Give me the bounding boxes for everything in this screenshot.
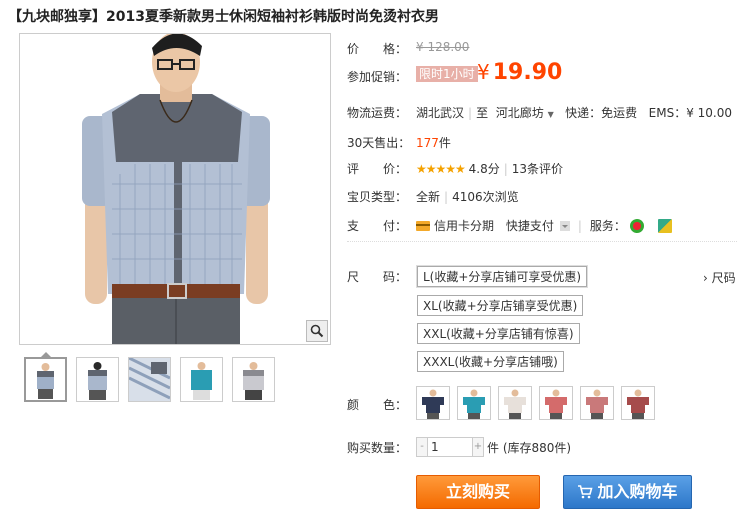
size-option-xxxl[interactable]: XXXL(收藏+分享店铺哦) <box>417 351 564 372</box>
magnifier-icon <box>310 324 324 338</box>
service-label: 服务： <box>589 219 626 233</box>
divider <box>347 241 737 242</box>
promo-price: ¥19.90 <box>477 60 562 85</box>
color-swatch[interactable] <box>621 386 655 420</box>
color-label: 颜 色： <box>347 398 408 412</box>
original-price: ¥ 128.00 <box>416 40 470 54</box>
quantity-increase-button[interactable]: + <box>472 437 484 457</box>
price-label: 价 格： <box>347 42 408 56</box>
quantity-input[interactable] <box>428 437 472 457</box>
rating-info: ★★★★★ 4.8分 | 13条评价 <box>416 162 564 176</box>
ems-fee: EMS：¥ 10.00 <box>648 106 732 120</box>
color-swatch[interactable] <box>457 386 491 420</box>
rating-label: 评 价： <box>347 162 408 176</box>
credit-installment-link[interactable]: 信用卡分期 <box>434 217 494 234</box>
payment-options: 信用卡分期 快捷支付 | 服务： <box>416 217 672 234</box>
main-product-image[interactable] <box>19 33 331 345</box>
sales-number: 177 <box>416 136 439 150</box>
thumbnail-5[interactable] <box>232 357 275 402</box>
cart-icon <box>578 485 594 499</box>
thumbnail-2[interactable] <box>76 357 119 402</box>
view-count: 4106次浏览 <box>452 190 519 204</box>
thumbnail-3[interactable] <box>128 357 171 402</box>
product-title: 【九块邮独享】2013夏季新款男士休闲短袖衬衫韩版时尚免烫衬衣男 <box>8 9 439 25</box>
promo-price-value: 19.90 <box>492 60 563 85</box>
seven-day-return-icon[interactable] <box>629 218 644 233</box>
payment-label: 支 付： <box>347 219 408 233</box>
size-label: 尺 码： <box>347 270 408 284</box>
color-swatches <box>416 386 655 420</box>
rating-score: 4.8分 <box>468 162 500 176</box>
color-swatch[interactable] <box>416 386 450 420</box>
shipping-info: 湖北武汉 | 至 河北廊坊 ▼ 快递：免运费 EMS：¥ 10.00 <box>416 106 732 120</box>
credit-card-icon <box>416 220 430 231</box>
ship-from: 湖北武汉 <box>416 106 465 120</box>
quick-pay-link[interactable]: 快捷支付 <box>506 217 554 234</box>
sales-label: 30天售出： <box>347 136 411 150</box>
buy-now-button[interactable]: 立刻购买 <box>416 475 540 509</box>
size-option-xl[interactable]: XL(收藏+分享店铺享受优惠) <box>417 295 584 316</box>
sales-unit: 件 <box>438 136 451 150</box>
dropdown-icon[interactable] <box>559 220 570 231</box>
quantity-stepper: - + 件 (库存880件) <box>416 437 571 457</box>
rating-stars-icon: ★★★★★ <box>416 162 466 176</box>
guarantee-icon[interactable] <box>657 218 672 233</box>
add-to-cart-label: 加入购物车 <box>597 482 678 501</box>
size-option-xxl[interactable]: XXL(收藏+分享店铺有惊喜) <box>417 323 580 344</box>
ship-to: 河北廊坊 <box>495 106 544 120</box>
item-condition: 全新 <box>416 190 441 204</box>
promo-label: 参加促销： <box>347 70 408 84</box>
size-guide-link[interactable]: › 尺码 <box>703 269 736 286</box>
quantity-decrease-button[interactable]: - <box>416 437 428 457</box>
thumbnail-strip <box>24 352 275 402</box>
express-fee: 快递：免运费 <box>565 106 638 120</box>
ship-to-selector[interactable]: 河北廊坊 ▼ <box>496 106 554 120</box>
color-swatch[interactable] <box>539 386 573 420</box>
shipping-label: 物流运费： <box>347 106 408 120</box>
stock-info: 件 (库存880件) <box>487 440 572 455</box>
thumbnail-1[interactable] <box>24 352 67 402</box>
quantity-label: 购买数量： <box>347 441 408 455</box>
item-type-info: 全新 | 4106次浏览 <box>416 190 519 204</box>
sales-count: 177件 <box>416 134 451 151</box>
zoom-button[interactable] <box>306 320 328 342</box>
size-option-l[interactable]: L(收藏+分享店铺可享受优惠) <box>417 266 588 287</box>
color-swatch[interactable] <box>580 386 614 420</box>
reviews-link[interactable]: 13条评价 <box>512 162 563 176</box>
add-to-cart-button[interactable]: 加入购物车 <box>563 475 692 509</box>
color-swatch[interactable] <box>498 386 532 420</box>
item-type-label: 宝贝类型： <box>347 190 408 204</box>
thumbnail-4[interactable] <box>180 357 223 402</box>
promo-tag: 限时1小时 <box>416 66 478 82</box>
currency-symbol: ¥ <box>477 60 490 84</box>
ship-to-prefix: 至 <box>476 106 489 120</box>
chevron-down-icon: ▼ <box>547 110 554 119</box>
